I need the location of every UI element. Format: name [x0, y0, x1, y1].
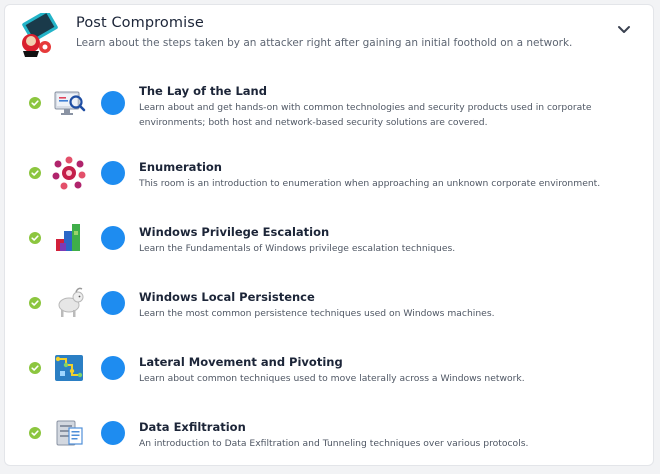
room-description: Learn about common techniques used to mo… [139, 373, 525, 384]
check-icon [29, 232, 41, 244]
room-description: Learn about and get hands-on with common… [139, 102, 592, 128]
room-description: This room is an introduction to enumerat… [139, 178, 601, 189]
room-title: Data Exfiltration [139, 420, 246, 434]
check-icon [29, 362, 41, 374]
goat-icon [58, 287, 84, 317]
monitor-magnifier-icon [54, 91, 86, 115]
network-nodes-icon [52, 156, 86, 190]
progress-dot [101, 291, 125, 315]
room-title: Lateral Movement and Pivoting [139, 355, 343, 369]
progress-dot [101, 421, 125, 445]
room-description: Learn the Fundamentals of Windows privil… [139, 243, 456, 254]
progress-dot [101, 161, 125, 185]
progress-dot [101, 226, 125, 250]
module-title: Post Compromise [76, 15, 204, 31]
room-item[interactable]: The Lay of the Land Learn about and get … [5, 73, 653, 133]
progress-dot [101, 91, 125, 115]
module-description: Learn about the steps taken by an attack… [76, 37, 573, 49]
check-icon [29, 167, 41, 179]
room-item[interactable]: Data Exfiltration An introduction to Dat… [5, 410, 653, 470]
room-item[interactable]: Windows Privilege Escalation Learn the F… [5, 215, 653, 275]
hacker-laptop-icon [22, 13, 58, 57]
bar-chart-blocks-icon [56, 224, 80, 251]
room-title: Windows Privilege Escalation [139, 225, 330, 239]
room-description: An introduction to Data Exfiltration and… [139, 438, 529, 449]
check-icon [29, 297, 41, 309]
chevron-down-icon[interactable] [617, 22, 631, 36]
network-map-icon [55, 355, 83, 381]
module-card: Post Compromise Learn about the steps ta… [4, 4, 654, 466]
check-icon [29, 97, 41, 109]
room-item[interactable]: Enumeration This room is an introduction… [5, 150, 653, 210]
room-item[interactable]: Lateral Movement and Pivoting Learn abou… [5, 345, 653, 405]
room-title: Enumeration [139, 160, 222, 174]
check-icon [29, 427, 41, 439]
room-item[interactable]: Windows Local Persistence Learn the most… [5, 280, 653, 340]
room-title: The Lay of the Land [139, 84, 267, 98]
server-document-icon [56, 420, 83, 446]
room-title: Windows Local Persistence [139, 290, 315, 304]
progress-dot [101, 356, 125, 380]
room-description: Learn the most common persistence techni… [139, 308, 495, 319]
